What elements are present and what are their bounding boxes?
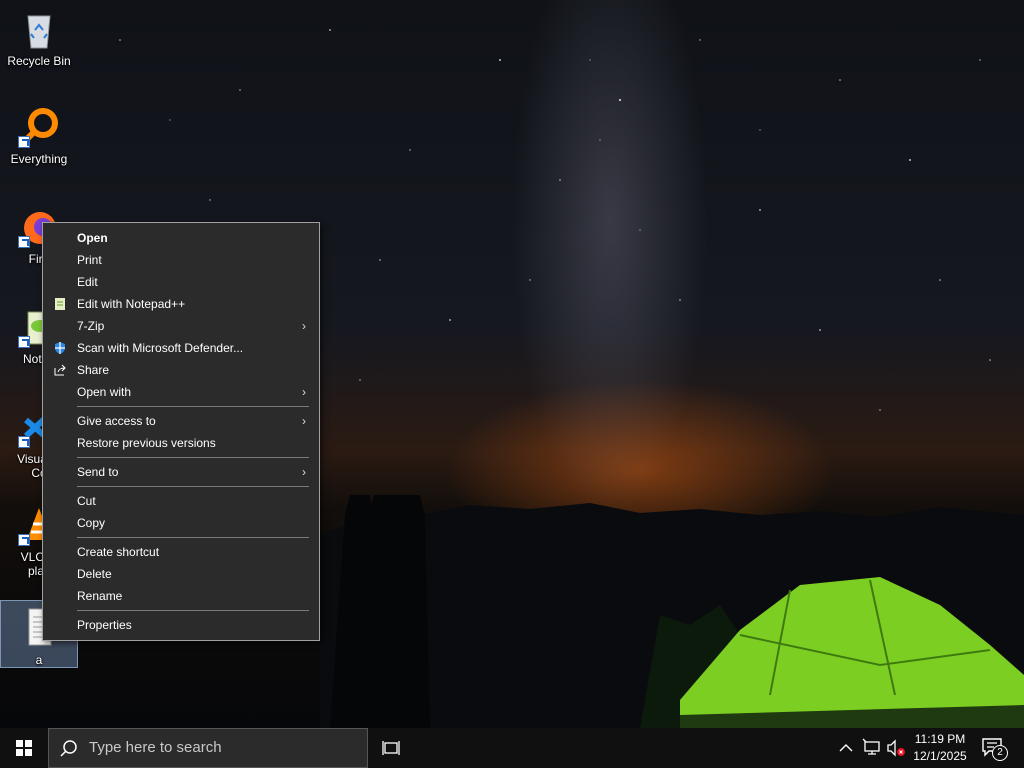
task-view-icon[interactable] [380, 738, 402, 758]
system-clock[interactable]: 11:19 PM 12/1/2025 [908, 731, 972, 765]
menu-separator [77, 406, 309, 407]
desktop-icon-everything[interactable]: Everything [0, 100, 78, 168]
menu-item-cut[interactable]: Cut [43, 490, 319, 512]
menu-item-send-to[interactable]: Send to › [43, 461, 319, 483]
notification-count-badge: 2 [992, 745, 1008, 761]
search-placeholder: Type here to search [89, 739, 222, 756]
menu-item-delete[interactable]: Delete [43, 563, 319, 585]
menu-separator [77, 457, 309, 458]
desktop-icon-label: Recycle Bin [7, 54, 71, 68]
desktop-icon-recycle-bin[interactable]: Recycle Bin [0, 2, 78, 70]
menu-item-rename[interactable]: Rename [43, 585, 319, 607]
recycle-bin-icon [18, 8, 60, 50]
notepadpp-icon [55, 298, 65, 310]
clock-time: 11:19 PM [914, 732, 966, 746]
taskbar: Type here to search 11:19 PM 12/1/2025 2 [0, 728, 1024, 768]
search-icon [60, 740, 77, 757]
menu-item-create-shortcut[interactable]: Create shortcut [43, 541, 319, 563]
taskbar-search-box[interactable]: Type here to search [48, 728, 368, 768]
chevron-right-icon: › [302, 414, 306, 428]
menu-item-print[interactable]: Print [43, 249, 319, 271]
menu-item-open-with[interactable]: Open with › [43, 381, 319, 403]
menu-item-scan-defender[interactable]: Scan with Microsoft Defender... [43, 337, 319, 359]
menu-item-restore-previous-versions[interactable]: Restore previous versions [43, 432, 319, 454]
defender-shield-icon [55, 342, 65, 354]
chevron-right-icon: › [302, 385, 306, 399]
menu-item-copy[interactable]: Copy [43, 512, 319, 534]
menu-separator [77, 486, 309, 487]
menu-item-give-access-to[interactable]: Give access to › [43, 410, 319, 432]
action-center-button[interactable]: 2 [980, 736, 1010, 762]
shortcut-arrow-icon [18, 136, 30, 148]
chevron-up-icon[interactable] [838, 738, 854, 758]
shortcut-arrow-icon [18, 236, 30, 248]
menu-item-properties[interactable]: Properties [43, 614, 319, 636]
shortcut-arrow-icon [18, 534, 30, 546]
chevron-right-icon: › [302, 319, 306, 333]
clock-date: 12/1/2025 [913, 749, 967, 763]
chevron-right-icon: › [302, 465, 306, 479]
menu-separator [77, 537, 309, 538]
menu-item-7zip[interactable]: 7-Zip › [43, 315, 319, 337]
start-button[interactable] [0, 728, 48, 768]
volume-muted-icon[interactable] [886, 738, 906, 758]
menu-item-share[interactable]: Share [43, 359, 319, 381]
menu-item-edit-with-notepadpp[interactable]: Edit with Notepad++ [43, 293, 319, 315]
share-icon [54, 364, 66, 376]
shortcut-arrow-icon [18, 336, 30, 348]
everything-search-icon [18, 106, 60, 148]
desktop-icon-label: a [35, 653, 43, 667]
glowing-tent [680, 577, 1024, 728]
windows-logo-icon [16, 740, 32, 756]
shortcut-arrow-icon [18, 436, 30, 448]
desktop-icon-label: Everything [10, 152, 68, 166]
menu-item-open[interactable]: Open [43, 227, 319, 249]
network-icon[interactable] [862, 738, 882, 758]
menu-separator [77, 610, 309, 611]
menu-item-edit[interactable]: Edit [43, 271, 319, 293]
context-menu: Open Print Edit Edit with Notepad++ 7-Zi… [42, 222, 320, 641]
